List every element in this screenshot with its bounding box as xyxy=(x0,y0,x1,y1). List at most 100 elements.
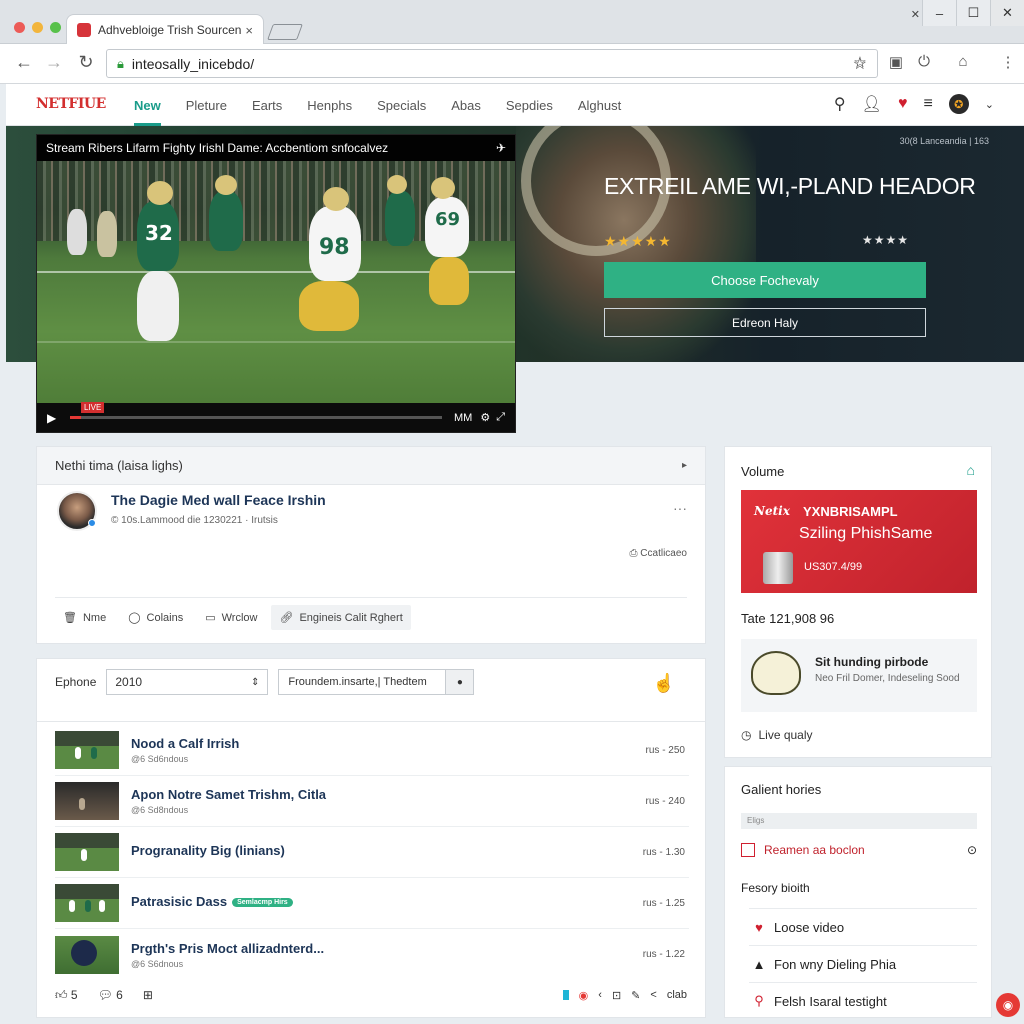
more-options-icon[interactable]: ··· xyxy=(673,500,687,516)
site-logo[interactable]: NETFIUE xyxy=(36,96,106,112)
post-card-header: Nethi tima (laisa lighs) ▸ xyxy=(37,447,705,485)
sidebar-item[interactable]: ▲ Fon wny Dieling Phia xyxy=(749,945,977,982)
new-tab-button[interactable] xyxy=(267,24,303,40)
product-can-image xyxy=(763,552,793,584)
settings-icon[interactable]: ⚙ xyxy=(480,411,490,424)
nav-link-sepdies[interactable]: Sepdies xyxy=(506,84,553,126)
video-thumbnail[interactable] xyxy=(55,833,119,871)
nav-link-specials[interactable]: Specials xyxy=(377,84,426,126)
hand-pointer-icon[interactable]: ☝ xyxy=(653,673,675,694)
post-action-window[interactable]: ▭ Wrclow xyxy=(197,605,265,630)
nav-link-henphs[interactable]: Henphs xyxy=(307,84,352,126)
menu-kebab-icon[interactable]: ⋮ xyxy=(998,53,1018,73)
team-card[interactable]: Sit hunding pirbode Neo Fril Domer, Inde… xyxy=(741,639,977,712)
video-player[interactable]: Stream Ribers Lifarm Fighty Irishl Dame:… xyxy=(36,134,516,433)
live-quality-toggle[interactable]: ◷ Live qualy xyxy=(741,728,813,742)
team-card-title: Sit hunding pirbode xyxy=(815,655,929,669)
nav-link-new[interactable]: New xyxy=(134,84,161,126)
main-nav: New Pleture Earts Henphs Specials Abas S… xyxy=(134,84,646,126)
list-footer: 👍︎ 5 💬︎ 6 ⊞ ◉ ‹ ⊡ ✎ < clab xyxy=(55,983,687,1007)
avatar[interactable] xyxy=(57,491,97,531)
home-icon[interactable]: ⌂ xyxy=(953,53,973,73)
video-thumbnail[interactable] xyxy=(55,782,119,820)
prev-icon[interactable]: ‹ xyxy=(598,989,602,1001)
post-title[interactable]: The Dagie Med wall Feace Irshin xyxy=(111,492,326,508)
video-thumbnail[interactable] xyxy=(55,731,119,769)
hero-secondary-button[interactable]: Edreon Haly xyxy=(604,308,926,337)
star-outline-icon[interactable]: ☆ xyxy=(850,53,870,73)
chevron-down-icon[interactable]: ⌄ xyxy=(985,98,994,111)
back-arrow-icon[interactable]: ← xyxy=(12,52,36,73)
list-item[interactable]: Nood a Calf Irrish @6 Sd6ndous rus - 250 xyxy=(55,725,689,776)
fullscreen-icon[interactable]: ⤢ xyxy=(496,411,505,424)
nav-link-alghust[interactable]: Alghust xyxy=(578,84,621,126)
hero-primary-button[interactable]: Choose Fochevaly xyxy=(604,262,926,298)
post-action-comment[interactable]: ◯ Colains xyxy=(120,605,191,630)
forward-arrow-icon[interactable]: → xyxy=(42,52,66,73)
sidebar-item[interactable]: ♥ Loose video xyxy=(749,908,977,945)
minimize-window-dot[interactable] xyxy=(32,22,43,33)
search-input[interactable]: Froundem.insarte,| Thedtem ● xyxy=(278,669,475,695)
list-item[interactable]: Progranality Big (linians) rus - 1.30 xyxy=(55,827,689,878)
user-icon[interactable]: 👤︎ xyxy=(862,94,882,114)
post-action-link[interactable]: 🔗︎ Engineis Calit Rghert xyxy=(271,605,411,630)
extension-icon[interactable]: ▣ xyxy=(886,53,906,73)
zoom-window-dot[interactable] xyxy=(50,22,61,33)
profile-avatar[interactable]: ✪ xyxy=(948,94,969,114)
heart-icon[interactable]: ♥ xyxy=(898,95,908,113)
reload-icon[interactable]: ↻ xyxy=(74,52,98,73)
holidays-search[interactable]: Eligs xyxy=(741,813,977,829)
edit-icon[interactable]: ✎ xyxy=(631,989,640,1002)
live-badge: LIVE xyxy=(81,402,105,413)
jersey-number: 98 xyxy=(319,235,350,260)
post-action-delete[interactable]: 🗑︎ Nme xyxy=(55,605,114,630)
nav-link-abas[interactable]: Abas xyxy=(451,84,481,126)
list-item[interactable]: Apon Notre Samet Trishm, Citla @6 Sd8ndou… xyxy=(55,776,689,827)
minimize-button[interactable]: – xyxy=(922,0,956,26)
sidebar-item[interactable]: ⚲ Felsh Isaral testight xyxy=(749,982,977,1019)
url-bar[interactable]: 🔒︎ inteosally_inicebdo/ ☆ xyxy=(106,49,878,78)
post-attachment[interactable]: ⎙ Ccatlicaeo xyxy=(630,548,687,559)
video-title: Stream Ribers Lifarm Fighty Irishl Dame:… xyxy=(46,141,389,155)
list-item[interactable]: Patrasisic Dass Semlacmp Hirs rus - 1.25 xyxy=(55,878,689,929)
team-card-subtitle: Neo Fril Domer, Indeseling Sood xyxy=(815,673,960,684)
location-icon[interactable]: ⊙ xyxy=(967,843,977,857)
pin-icon[interactable]: ✕ xyxy=(911,8,920,21)
share-button[interactable]: ⊞ xyxy=(143,988,153,1002)
play-icon[interactable]: ▶ xyxy=(47,411,56,425)
collapse-icon[interactable]: ▸ xyxy=(682,460,687,471)
progress-bar[interactable] xyxy=(70,416,442,419)
close-button[interactable]: ✕ xyxy=(990,0,1024,26)
maximize-button[interactable]: ☐ xyxy=(956,0,990,26)
list-item[interactable]: Prgth's Pris Moct allizadnterd... @6 S6dn… xyxy=(55,929,689,980)
like-button[interactable]: 👍︎ 5 xyxy=(55,988,78,1003)
search-icon[interactable]: ⚲ xyxy=(834,94,846,114)
tab-close-icon[interactable]: × xyxy=(245,23,253,38)
search-go-icon[interactable]: ● xyxy=(445,670,474,694)
share-nodes-icon[interactable]: < xyxy=(650,989,656,1001)
nav-link-pleture[interactable]: Pleture xyxy=(186,84,227,126)
tab-title: Adhvebloige Trish Sourcen xyxy=(98,23,242,37)
power-icon[interactable]: ⏻ xyxy=(914,53,934,73)
video-thumbnail[interactable] xyxy=(55,935,119,974)
promo-banner[interactable]: Netix YXNBRISAMPL Sziling PhishSame US30… xyxy=(741,490,977,593)
post-actions: 🗑︎ Nme ◯ Colains ▭ Wrclow 🔗︎ Engineis Calit … xyxy=(55,605,411,630)
reminder-row[interactable]: Reamen aa boclon ⊙ xyxy=(741,843,977,857)
reminder-checkbox[interactable] xyxy=(741,843,755,857)
crop-icon[interactable]: ⊡ xyxy=(612,989,621,1002)
browser-tab[interactable]: Adhvebloige Trish Sourcen × xyxy=(66,14,264,45)
video-frame: 32 98 69 xyxy=(37,161,515,405)
bag-icon[interactable]: ⌂ xyxy=(967,462,975,478)
chat-fab[interactable]: ◉ xyxy=(996,993,1020,1017)
comment-button[interactable]: 💬︎ 6 xyxy=(98,988,123,1002)
share-icon[interactable]: ✈ xyxy=(496,141,506,155)
hero-title: EXTREIL AME WI,-PLAND HEADOR xyxy=(604,173,976,199)
record-icon[interactable]: ◉ xyxy=(579,989,589,1002)
video-thumbnail[interactable] xyxy=(55,884,119,922)
nav-link-earts[interactable]: Earts xyxy=(252,84,282,126)
year-select[interactable]: 2010 ⇕ xyxy=(106,669,269,695)
post-card-header-title: Nethi tima (laisa lighs) xyxy=(55,458,183,473)
close-window-dot[interactable] xyxy=(14,22,25,33)
hamburger-menu-icon[interactable]: ≡ xyxy=(923,95,932,113)
heart-icon: ♥ xyxy=(755,919,763,935)
